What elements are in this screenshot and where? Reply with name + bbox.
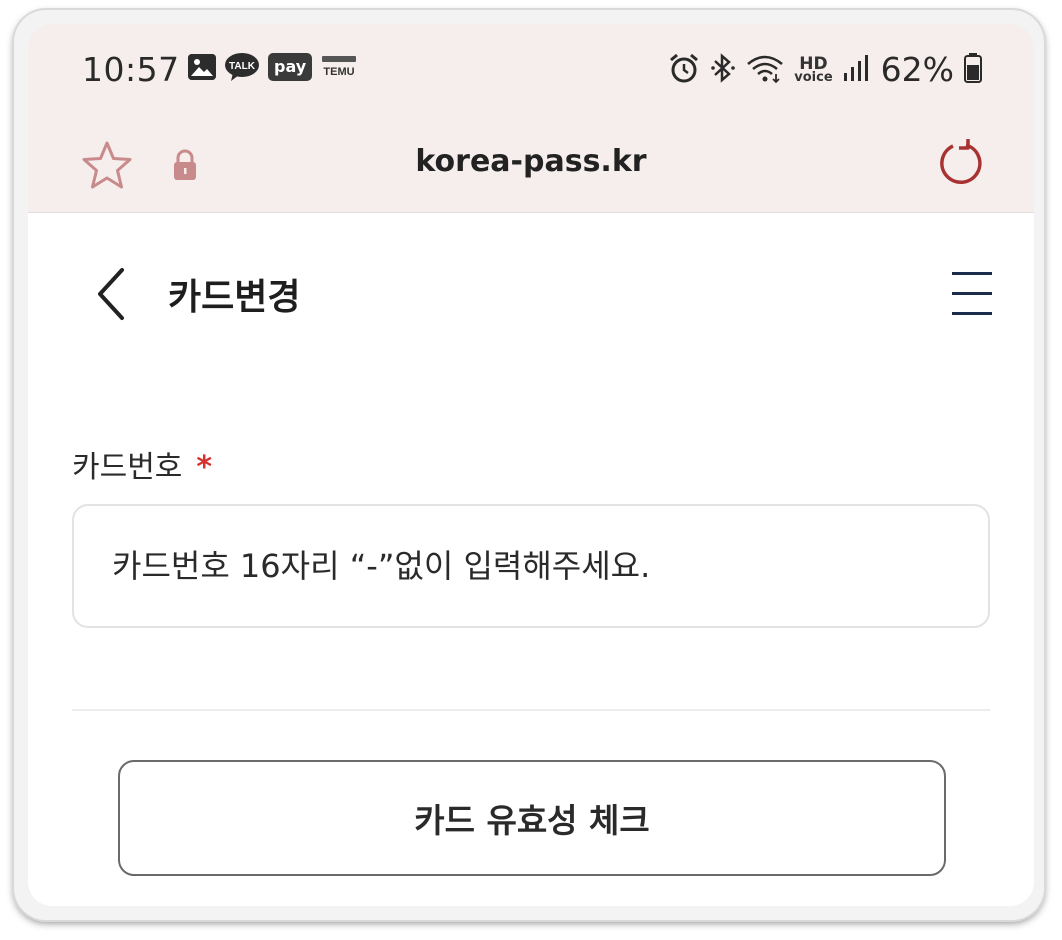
kakaotalk-icon: TALK	[224, 52, 260, 82]
card-number-input[interactable]	[72, 504, 990, 628]
alarm-icon	[668, 52, 700, 88]
bluetooth-icon	[710, 52, 736, 88]
reload-icon[interactable]	[932, 136, 988, 196]
required-mark: *	[196, 450, 213, 485]
battery-icon	[964, 52, 982, 88]
signal-icon	[843, 53, 871, 87]
system-icons: HD voice 62%	[668, 50, 982, 89]
menu-line	[952, 312, 992, 315]
screen: 10:57 TALK pay TEMU HD voice 62% korea-p…	[28, 24, 1034, 906]
hamburger-menu-icon[interactable]	[950, 270, 994, 318]
divider	[72, 709, 990, 711]
talk-label: TALK	[229, 61, 256, 72]
temu-label: TEMU	[324, 66, 355, 78]
voice-label: voice	[794, 69, 833, 85]
battery-percent: 62%	[880, 50, 954, 89]
status-time: 10:57	[82, 50, 180, 89]
temu-icon: TEMU	[320, 53, 360, 81]
menu-line	[952, 272, 992, 275]
card-number-label: 카드번호 *	[72, 442, 212, 486]
page-title: 카드변경	[168, 277, 301, 318]
card-number-label-text: 카드번호	[72, 450, 183, 485]
menu-line	[952, 292, 992, 295]
gallery-icon	[188, 54, 216, 80]
notification-icons: TALK pay TEMU	[188, 52, 360, 82]
hd-voice-icon: HD voice	[794, 55, 833, 85]
url-bar[interactable]: korea-pass.kr	[28, 144, 1034, 179]
wifi-icon	[746, 52, 784, 88]
back-button[interactable]	[90, 264, 134, 324]
device-frame: 10:57 TALK pay TEMU HD voice 62% korea-p…	[14, 10, 1044, 920]
chevron-left-icon	[98, 268, 124, 320]
pay-icon: pay	[268, 53, 313, 81]
card-validity-check-button[interactable]: 카드 유효성 체크	[118, 760, 946, 876]
browser-chrome: 10:57 TALK pay TEMU HD voice 62% korea-p…	[28, 24, 1034, 213]
